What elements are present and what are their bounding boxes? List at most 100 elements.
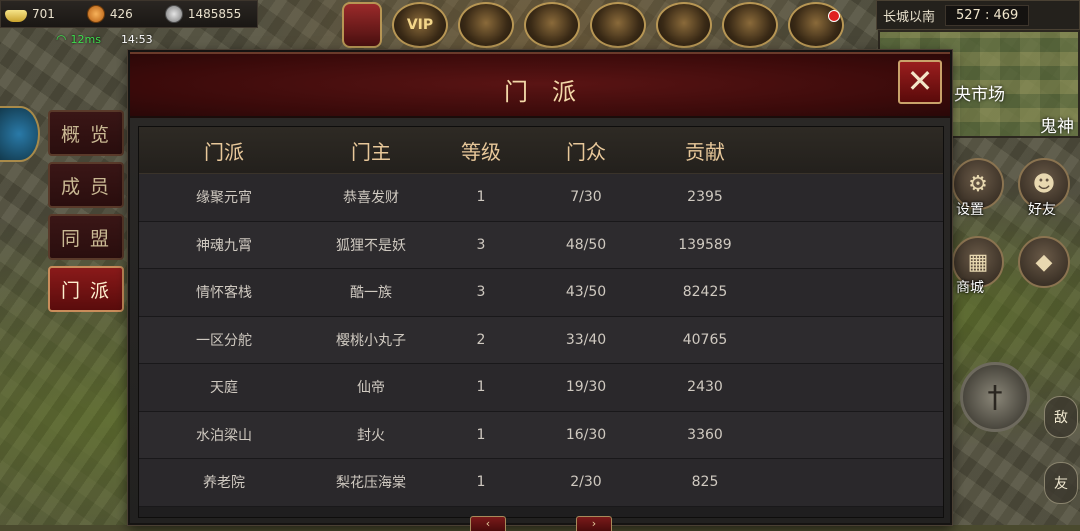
prev-page-button[interactable]: ‹ <box>470 516 506 531</box>
table-row[interactable]: 缘聚元宵 恭喜发财 1 7/30 2395 <box>139 174 943 222</box>
chevron-left-icon: ‹ <box>485 517 491 530</box>
minimap-header: 长城以南 527 : 469 <box>876 0 1080 30</box>
friend-target-button[interactable]: 友 <box>1044 462 1078 504</box>
cell-leader-name: 梨花压海棠 <box>336 475 406 492</box>
treasure-button[interactable] <box>590 2 646 48</box>
cell-faction-name: 养老院 <box>203 475 245 492</box>
cell-members: 43/50 <box>565 284 607 301</box>
ingot-amount: 701 <box>32 7 55 21</box>
silver-coin-icon <box>164 5 183 23</box>
gold-currency: 426 <box>86 5 133 23</box>
vip-icon: VIP <box>406 17 434 33</box>
medal-button[interactable] <box>656 2 712 48</box>
cell-members: 16/30 <box>565 426 607 443</box>
close-button[interactable]: ✕ <box>898 60 942 104</box>
chevron-right-icon: › <box>591 517 597 530</box>
table-row[interactable]: 养老院 梨花压海棠 1 2/30 825 <box>139 459 943 507</box>
col-header-members: 门众 <box>566 139 606 164</box>
cell-members: 19/30 <box>565 379 607 396</box>
cell-contribution: 3360 <box>687 426 723 443</box>
gold-pile-button[interactable] <box>722 2 778 48</box>
coordinates: 527 : 469 <box>945 4 1030 26</box>
cell-level: 1 <box>476 189 486 206</box>
cell-members: 33/40 <box>565 331 607 348</box>
col-header-faction: 门派 <box>204 139 244 164</box>
ingot-icon <box>5 9 27 22</box>
enemy-target-button[interactable]: 敌 <box>1044 396 1078 438</box>
cell-contribution: 825 <box>691 474 719 491</box>
location-name: 长城以南 <box>883 9 936 25</box>
table-row[interactable]: 天庭 仙帝 1 19/30 2430 <box>139 364 943 412</box>
clock: 14:53 <box>120 32 153 46</box>
diamond-grid-icon: ◆ <box>1035 249 1053 275</box>
card-b-button[interactable] <box>524 2 580 48</box>
cell-level: 1 <box>476 379 486 396</box>
cell-faction-name: 一区分舵 <box>196 332 252 349</box>
cell-level: 1 <box>476 426 486 443</box>
side-tab-0[interactable]: 概览 <box>48 110 124 156</box>
cell-members: 2/30 <box>570 474 602 491</box>
banner-button[interactable] <box>342 2 382 48</box>
silver-amount: 1485855 <box>187 7 242 21</box>
panel-header: 门派 ✕ <box>130 52 950 118</box>
card-a-button[interactable] <box>458 2 514 48</box>
vip-button[interactable]: VIP <box>392 2 448 48</box>
enemy-label: 敌 <box>1054 410 1068 426</box>
cell-faction-name: 神魂九霄 <box>196 237 252 254</box>
cell-level: 2 <box>476 331 486 348</box>
panel-title: 门派 <box>504 78 600 106</box>
table-row[interactable]: 神魂九霄 狐狸不是妖 3 48/50 139589 <box>139 221 943 269</box>
cell-contribution: 2430 <box>687 379 723 396</box>
cell-faction-name: 情怀客栈 <box>196 285 252 302</box>
cell-level: 1 <box>476 474 486 491</box>
side-tabs: 概览 成员 同盟 门派 <box>48 110 124 312</box>
network-status: ◠ 12ms <box>56 32 101 46</box>
chest-button[interactable] <box>788 2 844 48</box>
cell-faction-name: 水泊梁山 <box>196 427 252 444</box>
ping-value: 12ms <box>70 33 101 46</box>
player-avatar[interactable] <box>0 106 40 162</box>
settings-label: 设置 <box>956 202 984 218</box>
cell-leader-name: 樱桃小丸子 <box>336 332 406 349</box>
col-header-contribution: 贡献 <box>685 139 725 164</box>
side-tab-1[interactable]: 成员 <box>48 162 124 208</box>
table-row[interactable]: 水泊梁山 封火 1 16/30 3360 <box>139 411 943 459</box>
cell-contribution: 139589 <box>678 236 732 253</box>
table-header: 门派 门主 等级 门众 贡献 <box>139 127 943 174</box>
cell-leader-name: 恭喜发财 <box>343 190 399 207</box>
minimap-label-market: 央市场 <box>954 85 1005 105</box>
table-row[interactable]: 情怀客栈 酷一族 3 43/50 82425 <box>139 269 943 317</box>
cell-members: 48/50 <box>565 236 607 253</box>
minimap-label-ghost: 鬼神 <box>1040 117 1074 137</box>
table-row[interactable]: 一区分舵 樱桃小丸子 2 33/40 40765 <box>139 316 943 364</box>
faction-table: 门派 门主 等级 门众 贡献 缘聚元宵 恭喜发财 1 7/30 2395 神魂九霄 狐狸不是… <box>138 126 944 518</box>
pagination: ‹ › <box>470 516 612 531</box>
cell-contribution: 40765 <box>682 331 728 348</box>
cell-leader-name: 封火 <box>357 427 385 444</box>
gold-coin-icon <box>86 5 105 23</box>
status-row: ◠ 12ms 14:53 <box>56 32 153 46</box>
col-header-leader: 门主 <box>351 139 391 164</box>
side-tab-2[interactable]: 同盟 <box>48 214 124 260</box>
silver-currency: 1485855 <box>164 5 242 23</box>
cell-contribution: 82425 <box>682 284 728 301</box>
attack-skill-button[interactable]: † <box>960 362 1030 432</box>
shop-icon: ▦ <box>967 249 989 275</box>
next-page-button[interactable]: › <box>576 516 612 531</box>
table-body: 缘聚元宵 恭喜发财 1 7/30 2395 神魂九霄 狐狸不是妖 3 48/50 139589 情怀… <box>139 174 943 507</box>
cell-level: 3 <box>476 284 486 301</box>
cell-faction-name: 天庭 <box>210 380 238 397</box>
faction-panel: 门派 ✕ 门派 门主 等级 门众 贡献 缘聚元宵 恭喜发财 1 7/30 2395 神魂九… <box>128 50 952 531</box>
friend-avatar-icon: ☻ <box>1032 171 1056 197</box>
cell-members: 7/30 <box>570 189 602 206</box>
close-icon: ✕ <box>906 62 934 100</box>
shop-label: 商城 <box>956 280 984 296</box>
friends-label: 好友 <box>1028 202 1056 218</box>
friend-small-label: 友 <box>1054 476 1068 492</box>
cell-level: 3 <box>476 236 486 253</box>
ingot-currency: 701 <box>5 7 55 22</box>
menu-grid-button[interactable]: ◆ <box>1018 236 1070 288</box>
cell-leader-name: 酷一族 <box>350 285 392 302</box>
cell-contribution: 2395 <box>687 189 723 206</box>
side-tab-3[interactable]: 门派 <box>48 266 124 312</box>
